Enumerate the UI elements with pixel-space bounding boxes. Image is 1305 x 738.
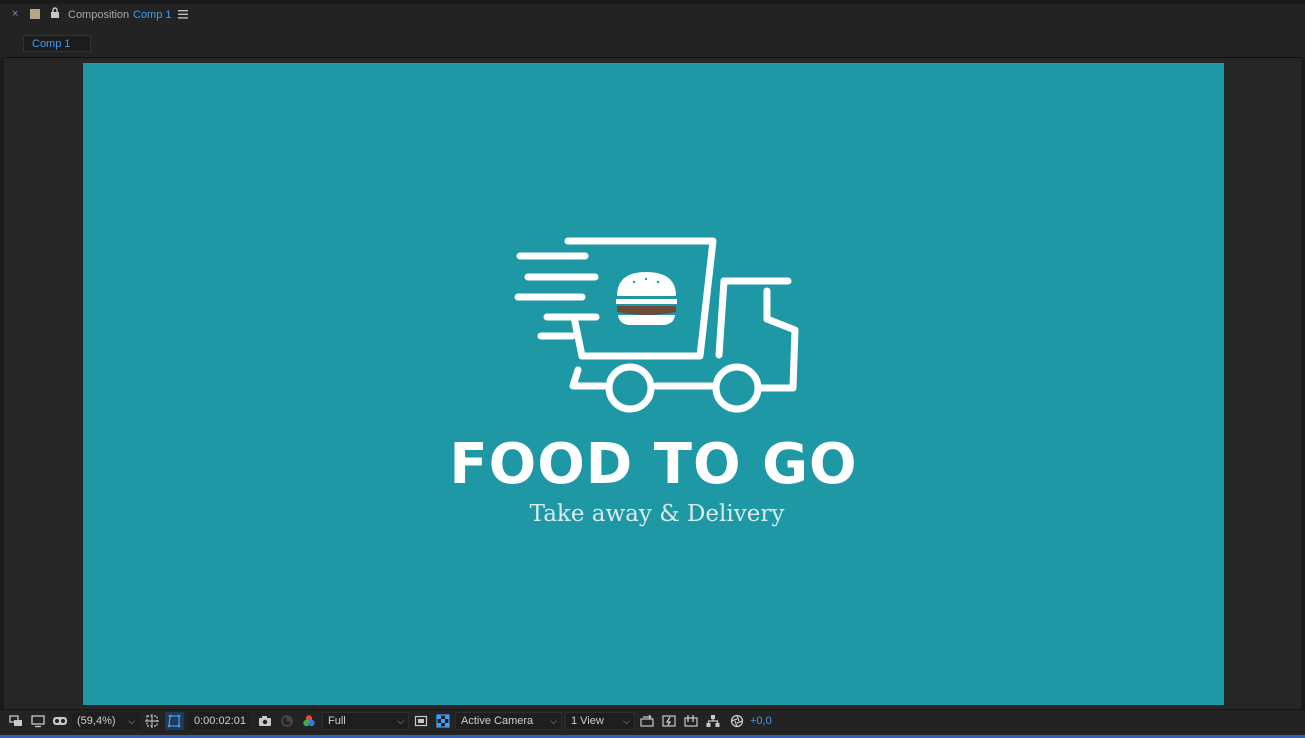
- monitor-icon[interactable]: [31, 714, 45, 728]
- label-color-swatch[interactable]: [30, 9, 40, 19]
- show-snapshot-icon[interactable]: [280, 714, 294, 728]
- panel-menu-icon[interactable]: [178, 10, 188, 19]
- flowchart-icon[interactable]: [706, 714, 720, 728]
- timeline-icon[interactable]: [684, 714, 698, 728]
- view-layout-dropdown[interactable]: 1 View ⌵: [565, 712, 635, 730]
- view-layout-value: 1 View: [571, 715, 604, 727]
- magnification-value: (59,4%): [77, 715, 116, 727]
- snapshot-camera-icon[interactable]: [258, 714, 272, 728]
- delivery-truck-logo: [514, 237, 799, 413]
- always-preview-icon[interactable]: [9, 714, 23, 728]
- vr-goggles-icon[interactable]: [52, 714, 68, 728]
- grid-guides-icon[interactable]: [145, 714, 159, 728]
- resolution-dropdown[interactable]: Full ⌵: [322, 712, 409, 730]
- panel-title-comp[interactable]: Comp 1: [133, 9, 172, 21]
- exposure-value[interactable]: +0,0: [750, 712, 772, 730]
- transparency-grid-icon[interactable]: [436, 714, 450, 728]
- lock-icon[interactable]: [50, 7, 60, 19]
- panel-header: [0, 4, 1305, 34]
- panel-title-prefix: Composition: [68, 9, 130, 21]
- exposure-icon[interactable]: [730, 714, 744, 728]
- viewer-tab-bar: [0, 34, 1305, 56]
- mask-visibility-icon[interactable]: [167, 714, 181, 728]
- current-time-display[interactable]: 0:00:02:01: [188, 712, 250, 730]
- close-icon[interactable]: ×: [12, 9, 18, 20]
- burger-icon: [617, 272, 676, 296]
- chevron-down-icon: ⌵: [397, 716, 404, 726]
- logo-title: FOOD TO GO: [449, 432, 858, 497]
- viewer-edge-right: [1301, 58, 1305, 709]
- magnification-dropdown[interactable]: (59,4%) ⌵: [72, 712, 140, 730]
- camera-view-value: Active Camera: [461, 715, 534, 727]
- chevron-down-icon: ⌵: [623, 716, 630, 726]
- chevron-down-icon: ⌵: [128, 716, 135, 726]
- color-channels-icon[interactable]: [302, 714, 316, 728]
- fast-preview-icon[interactable]: [662, 714, 676, 728]
- resolution-value: Full: [328, 715, 346, 727]
- camera-view-dropdown[interactable]: Active Camera ⌵: [455, 712, 562, 730]
- logo-subtitle: Take away & Delivery: [529, 501, 785, 527]
- reset-exposure-icon[interactable]: [640, 714, 654, 728]
- region-of-interest-icon[interactable]: [414, 714, 428, 728]
- chevron-down-icon: ⌵: [550, 716, 557, 726]
- tab-comp-1[interactable]: Comp 1: [23, 35, 91, 52]
